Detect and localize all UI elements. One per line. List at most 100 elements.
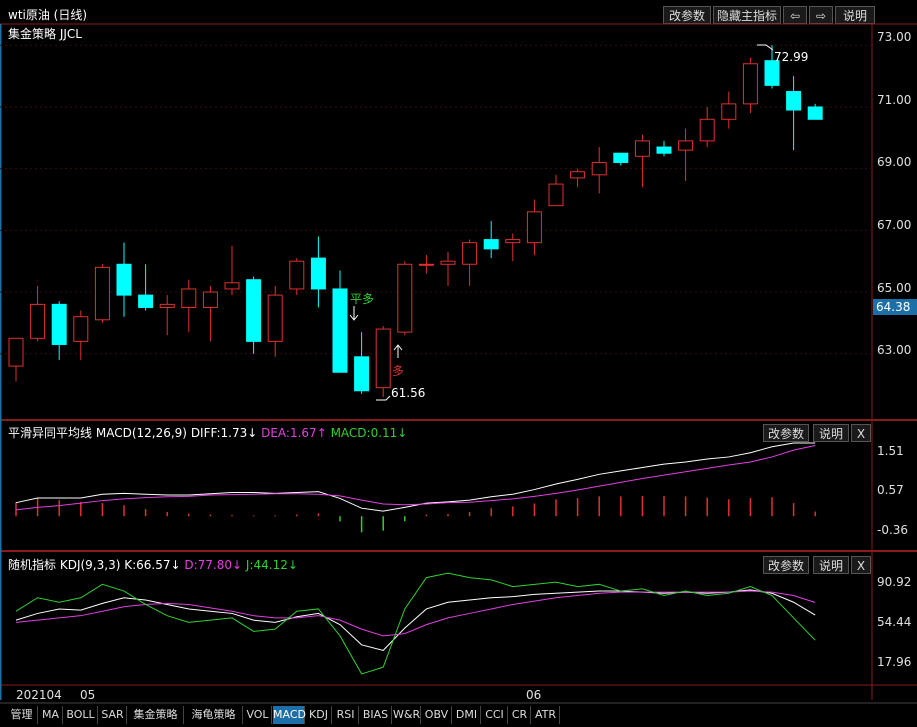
candle-body <box>246 279 262 342</box>
candle-body <box>764 60 780 86</box>
candle <box>246 276 262 354</box>
tab-6[interactable]: VOL <box>244 706 272 724</box>
chart-canvas[interactable] <box>0 0 917 727</box>
candle-body <box>30 303 46 339</box>
tab-3[interactable]: SAR <box>99 706 127 724</box>
candle-body <box>570 171 586 179</box>
candle-body <box>699 118 715 142</box>
candle-body <box>462 242 478 265</box>
tab-10[interactable]: BIAS <box>360 706 392 724</box>
candle-body <box>656 146 672 154</box>
candle <box>354 332 370 394</box>
kdj-params-button[interactable]: 改参数 <box>763 556 809 574</box>
tab-1[interactable]: MA <box>39 706 63 724</box>
candle <box>375 325 391 397</box>
candle <box>73 310 89 360</box>
candle <box>51 301 67 360</box>
tab-9[interactable]: RSI <box>333 706 359 724</box>
y-tick: 71.00 <box>877 93 912 107</box>
candle <box>289 258 305 296</box>
kdj-y-tick: 90.92 <box>877 575 912 589</box>
candle <box>570 168 586 188</box>
tab-0[interactable]: 管理 <box>6 706 38 724</box>
candle <box>94 264 110 323</box>
y-tick: 67.00 <box>877 218 912 232</box>
tab-2[interactable]: BOLL <box>64 706 98 724</box>
candle-body <box>591 161 607 176</box>
tab-7[interactable]: MACD <box>273 706 306 724</box>
y-tick: 73.00 <box>877 30 912 44</box>
candle-body <box>742 63 758 105</box>
candle-body <box>354 356 370 392</box>
candle-body <box>526 211 542 244</box>
tab-13[interactable]: DMI <box>453 706 481 724</box>
macd-help-button[interactable]: 说明 <box>813 424 849 442</box>
candle <box>786 76 802 151</box>
candle-body <box>202 291 218 308</box>
candle <box>505 233 521 262</box>
y-tick: 63.00 <box>877 343 912 357</box>
tab-11[interactable]: W&R <box>393 706 421 724</box>
tab-5[interactable]: 海龟策略 <box>185 706 243 724</box>
candle-body <box>786 91 802 111</box>
y-tick: 69.00 <box>877 155 912 169</box>
candle <box>8 337 24 382</box>
candle <box>159 295 175 336</box>
macd-close-icon[interactable]: X <box>851 424 871 442</box>
tab-15[interactable]: CR <box>509 706 531 724</box>
candle-body <box>159 303 175 308</box>
macd-y-tick: -0.36 <box>877 523 909 537</box>
macd-name: 平滑异同平均线 <box>8 426 93 440</box>
candle <box>310 236 326 308</box>
candle-body <box>375 328 391 389</box>
candle <box>721 91 737 129</box>
tab-16[interactable]: ATR <box>532 706 560 724</box>
tab-8[interactable]: KDJ <box>306 706 332 724</box>
tab-4[interactable]: 集金策略 <box>128 706 184 724</box>
candle-body <box>483 239 499 250</box>
macd-macd-value: MACD:0.11↓ <box>330 426 408 440</box>
candle <box>138 264 154 311</box>
candle-body <box>310 257 326 290</box>
candle-body <box>613 152 629 163</box>
macd-indicator-name: 平滑异同平均线 MACD(12,26,9) DIFF:1.73↓ DEA:1.6… <box>8 424 407 441</box>
macd-y-tick: 0.57 <box>877 483 904 497</box>
candle-body <box>116 263 132 296</box>
candle <box>202 285 218 342</box>
candle-body <box>418 263 434 266</box>
kdj-name: 随机指标 <box>8 558 57 572</box>
candle-body <box>505 239 521 244</box>
candle-body <box>51 303 67 345</box>
macd-dea-value: DEA:1.67↑ <box>261 426 327 440</box>
candle <box>181 279 197 333</box>
candle <box>613 152 629 166</box>
kdj-y-tick: 54.44 <box>877 615 912 629</box>
current-price-tag: 64.38 <box>873 299 917 315</box>
candle <box>548 174 564 207</box>
kdj-help-button[interactable]: 说明 <box>813 556 849 574</box>
tab-14[interactable]: CCI <box>482 706 508 724</box>
kdj-j-line <box>15 572 816 675</box>
candle <box>699 106 715 148</box>
candle-body <box>548 183 564 207</box>
candle-body <box>440 260 456 265</box>
tab-12[interactable]: OBV <box>422 706 452 724</box>
candle <box>656 140 672 157</box>
x-axis-label: 05 <box>80 688 96 702</box>
kdj-close-icon[interactable]: X <box>851 556 871 574</box>
candle <box>224 245 240 296</box>
candle <box>418 255 434 274</box>
candle-body <box>8 337 24 367</box>
macd-params-button[interactable]: 改参数 <box>763 424 809 442</box>
candle <box>634 134 650 188</box>
candle-body <box>678 140 694 151</box>
candle <box>591 147 607 194</box>
candle <box>267 285 283 357</box>
candle <box>30 285 46 342</box>
candle-body <box>807 106 823 120</box>
flat-signal-arrow-icon <box>349 306 359 321</box>
candle <box>526 199 542 256</box>
y-tick: 65.00 <box>877 281 912 295</box>
long-signal-label: 多 <box>392 364 405 378</box>
x-axis-label: 06 <box>526 688 542 702</box>
